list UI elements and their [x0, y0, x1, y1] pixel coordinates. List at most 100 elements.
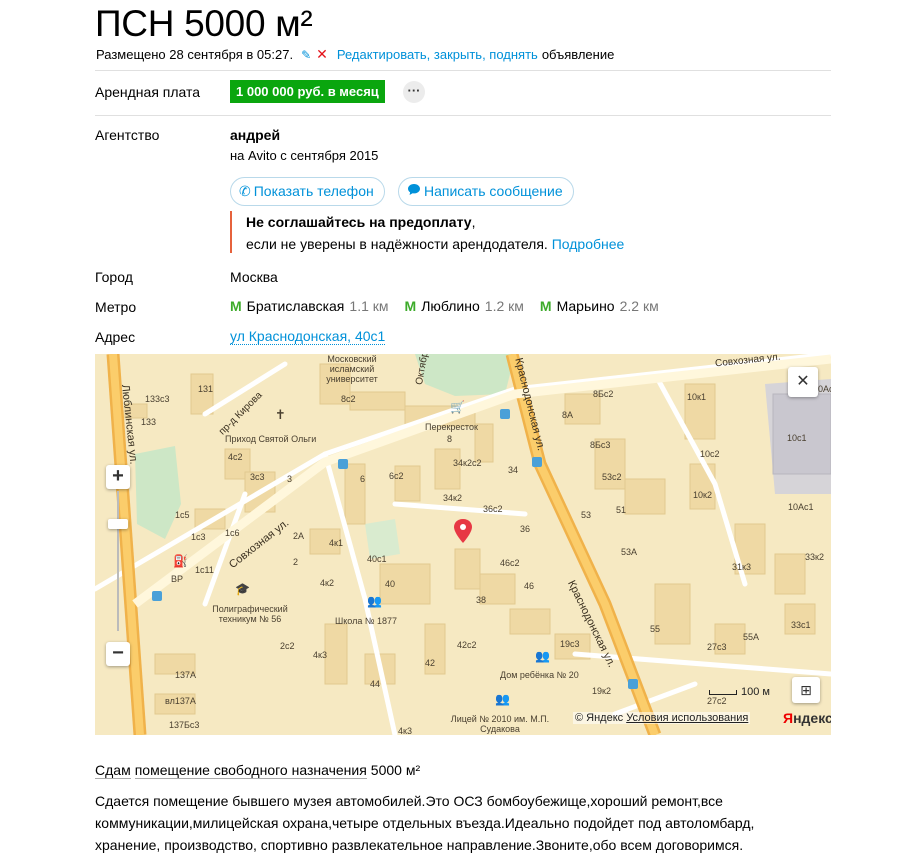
copyright-text: © Яндекс	[575, 712, 624, 724]
metro-station: M Марьино 2.2 км	[540, 298, 659, 314]
school-icon: 🎓	[235, 582, 250, 596]
people-icon: 👥	[535, 649, 550, 663]
building-number: 8	[447, 434, 453, 444]
poi-label: Школа № 1877	[335, 616, 398, 626]
warning-more-link[interactable]: Подробнее	[552, 236, 625, 252]
warning-comma: ,	[471, 214, 476, 230]
address-link[interactable]: ул Краснодонская, 40с1	[230, 328, 386, 345]
zoom-out-button[interactable]: −	[106, 642, 130, 666]
building-number: 34к2	[443, 493, 462, 503]
metro-label: Метро	[95, 299, 137, 315]
divider	[95, 70, 831, 71]
ruler-button[interactable]: ⊞	[792, 677, 820, 703]
building-number: 38	[476, 595, 487, 605]
close-map-button[interactable]: ✕	[788, 367, 818, 397]
rent-label: Арендная плата	[95, 84, 201, 100]
building-number: 137А	[175, 670, 197, 680]
map-copyright: © Яндекс Условия использования	[573, 712, 751, 724]
chat-bubble-icon	[407, 178, 421, 205]
building-number: 6с2	[389, 471, 404, 481]
building-number: 1с11	[195, 565, 214, 575]
building-number: 10к2	[693, 490, 712, 500]
building-number: 33к2	[805, 552, 824, 562]
building-number: 133	[141, 417, 157, 427]
seller-since: на Avito с сентября 2015	[230, 148, 379, 163]
metro-icon: M	[539, 298, 552, 314]
building-number: вл137А	[165, 696, 196, 706]
divider	[95, 115, 831, 116]
scale-bar	[709, 689, 737, 695]
category-type-link[interactable]: помещение свободного назначения	[134, 762, 367, 779]
poi-label: Лицей № 2010 им. М.П. Судакова	[450, 714, 550, 734]
write-message-button[interactable]: Написать сообщение	[398, 177, 574, 206]
metro-station-name: Марьино	[556, 298, 615, 314]
building-number: 19к2	[592, 686, 611, 696]
metro-distance: 2.2 км	[619, 298, 659, 314]
building-number: 4к3	[313, 650, 327, 660]
building-number: 6	[360, 474, 366, 484]
building-number: 8с2	[341, 394, 356, 404]
metro-station-name: Братиславская	[246, 298, 345, 314]
building-number: 4к3	[398, 726, 412, 735]
people-icon: 👥	[367, 594, 382, 608]
poi-label: Дом ребёнка № 20	[500, 670, 579, 680]
posted-date: Размещено 28 сентября в 05:27.	[96, 47, 294, 62]
poi-label: Приход Святой Ольги	[225, 434, 317, 444]
category-verb-link[interactable]: Сдам	[95, 762, 131, 779]
metro-station-name: Люблино	[421, 298, 480, 314]
zoom-slider-handle[interactable]	[108, 519, 128, 529]
price-badge: 1 000 000 руб. в месяц	[230, 80, 385, 103]
yandex-logo: Яндекс	[783, 710, 831, 726]
warning-text: если не уверены в надёжности арендодател…	[246, 236, 548, 252]
building-number: 33с1	[791, 620, 811, 630]
building-number: 55	[650, 624, 661, 634]
building-number: 27с3	[707, 642, 727, 652]
building-number: 137Бс3	[169, 720, 200, 730]
metro-distance: 1.1 км	[349, 298, 389, 314]
edit-link-tail: объявление	[541, 47, 615, 62]
listing-title: ПСН 5000 м²	[95, 3, 313, 44]
building-number: 2А	[293, 531, 305, 541]
building-number: 44	[370, 679, 381, 689]
building-number: 19с3	[560, 639, 580, 649]
logo-part: ндекс	[793, 710, 831, 726]
metro-list: M Братиславская 1.1 км M Люблино 1.2 км …	[230, 298, 659, 314]
building-number: 10к1	[687, 392, 706, 402]
edit-link[interactable]: Редактировать, закрыть, поднять	[337, 47, 538, 62]
location-pin-icon[interactable]	[454, 519, 472, 543]
fuel-icon: ⛽	[173, 554, 188, 568]
map[interactable]: Люблинская ул. Совхозная ул. Совхозная у…	[95, 354, 831, 735]
metro-icon: M	[230, 298, 242, 314]
logo-part: Я	[783, 710, 794, 726]
building-number: 4к2	[320, 578, 334, 588]
building-number: 3с3	[250, 472, 265, 482]
metro-icon: M	[404, 298, 417, 314]
building-number: 36	[520, 524, 531, 534]
city-value: Москва	[230, 269, 278, 285]
building-number: 2	[293, 557, 299, 567]
poi-label: Перекресток	[425, 422, 478, 432]
poi-label: BP	[171, 574, 184, 584]
building-number: 42	[425, 658, 436, 668]
metro-station: M Люблино 1.2 км	[405, 298, 524, 314]
prepayment-warning: Не соглашайтесь на предоплату, если не у…	[230, 211, 624, 253]
metro-station: M Братиславская 1.1 км	[230, 298, 389, 314]
listing-meta: Размещено 28 сентября в 05:27. ✎ ✕ Редак…	[96, 46, 614, 63]
building-number: 1с3	[191, 532, 206, 542]
terms-link[interactable]: Условия использования	[626, 712, 748, 724]
building-number: 10Ас1	[788, 502, 814, 512]
category-area: 5000 м²	[370, 762, 421, 778]
building-number: 51	[616, 505, 627, 515]
building-number: 40с1	[367, 554, 387, 564]
pencil-icon[interactable]: ✎	[301, 48, 311, 62]
building-number: 1с6	[225, 528, 240, 538]
poi-label: Московский исламский университет	[326, 354, 378, 384]
show-phone-button[interactable]: ✆ Показать телефон	[230, 177, 385, 206]
close-icon[interactable]: ✕	[316, 46, 328, 63]
more-options-button[interactable]: ···	[403, 81, 425, 103]
building-number: 46	[524, 581, 535, 591]
building-number: 1с5	[175, 510, 190, 520]
building-number: 2с2	[280, 641, 295, 651]
zoom-in-button[interactable]: +	[106, 465, 130, 489]
metro-distance: 1.2 км	[484, 298, 524, 314]
